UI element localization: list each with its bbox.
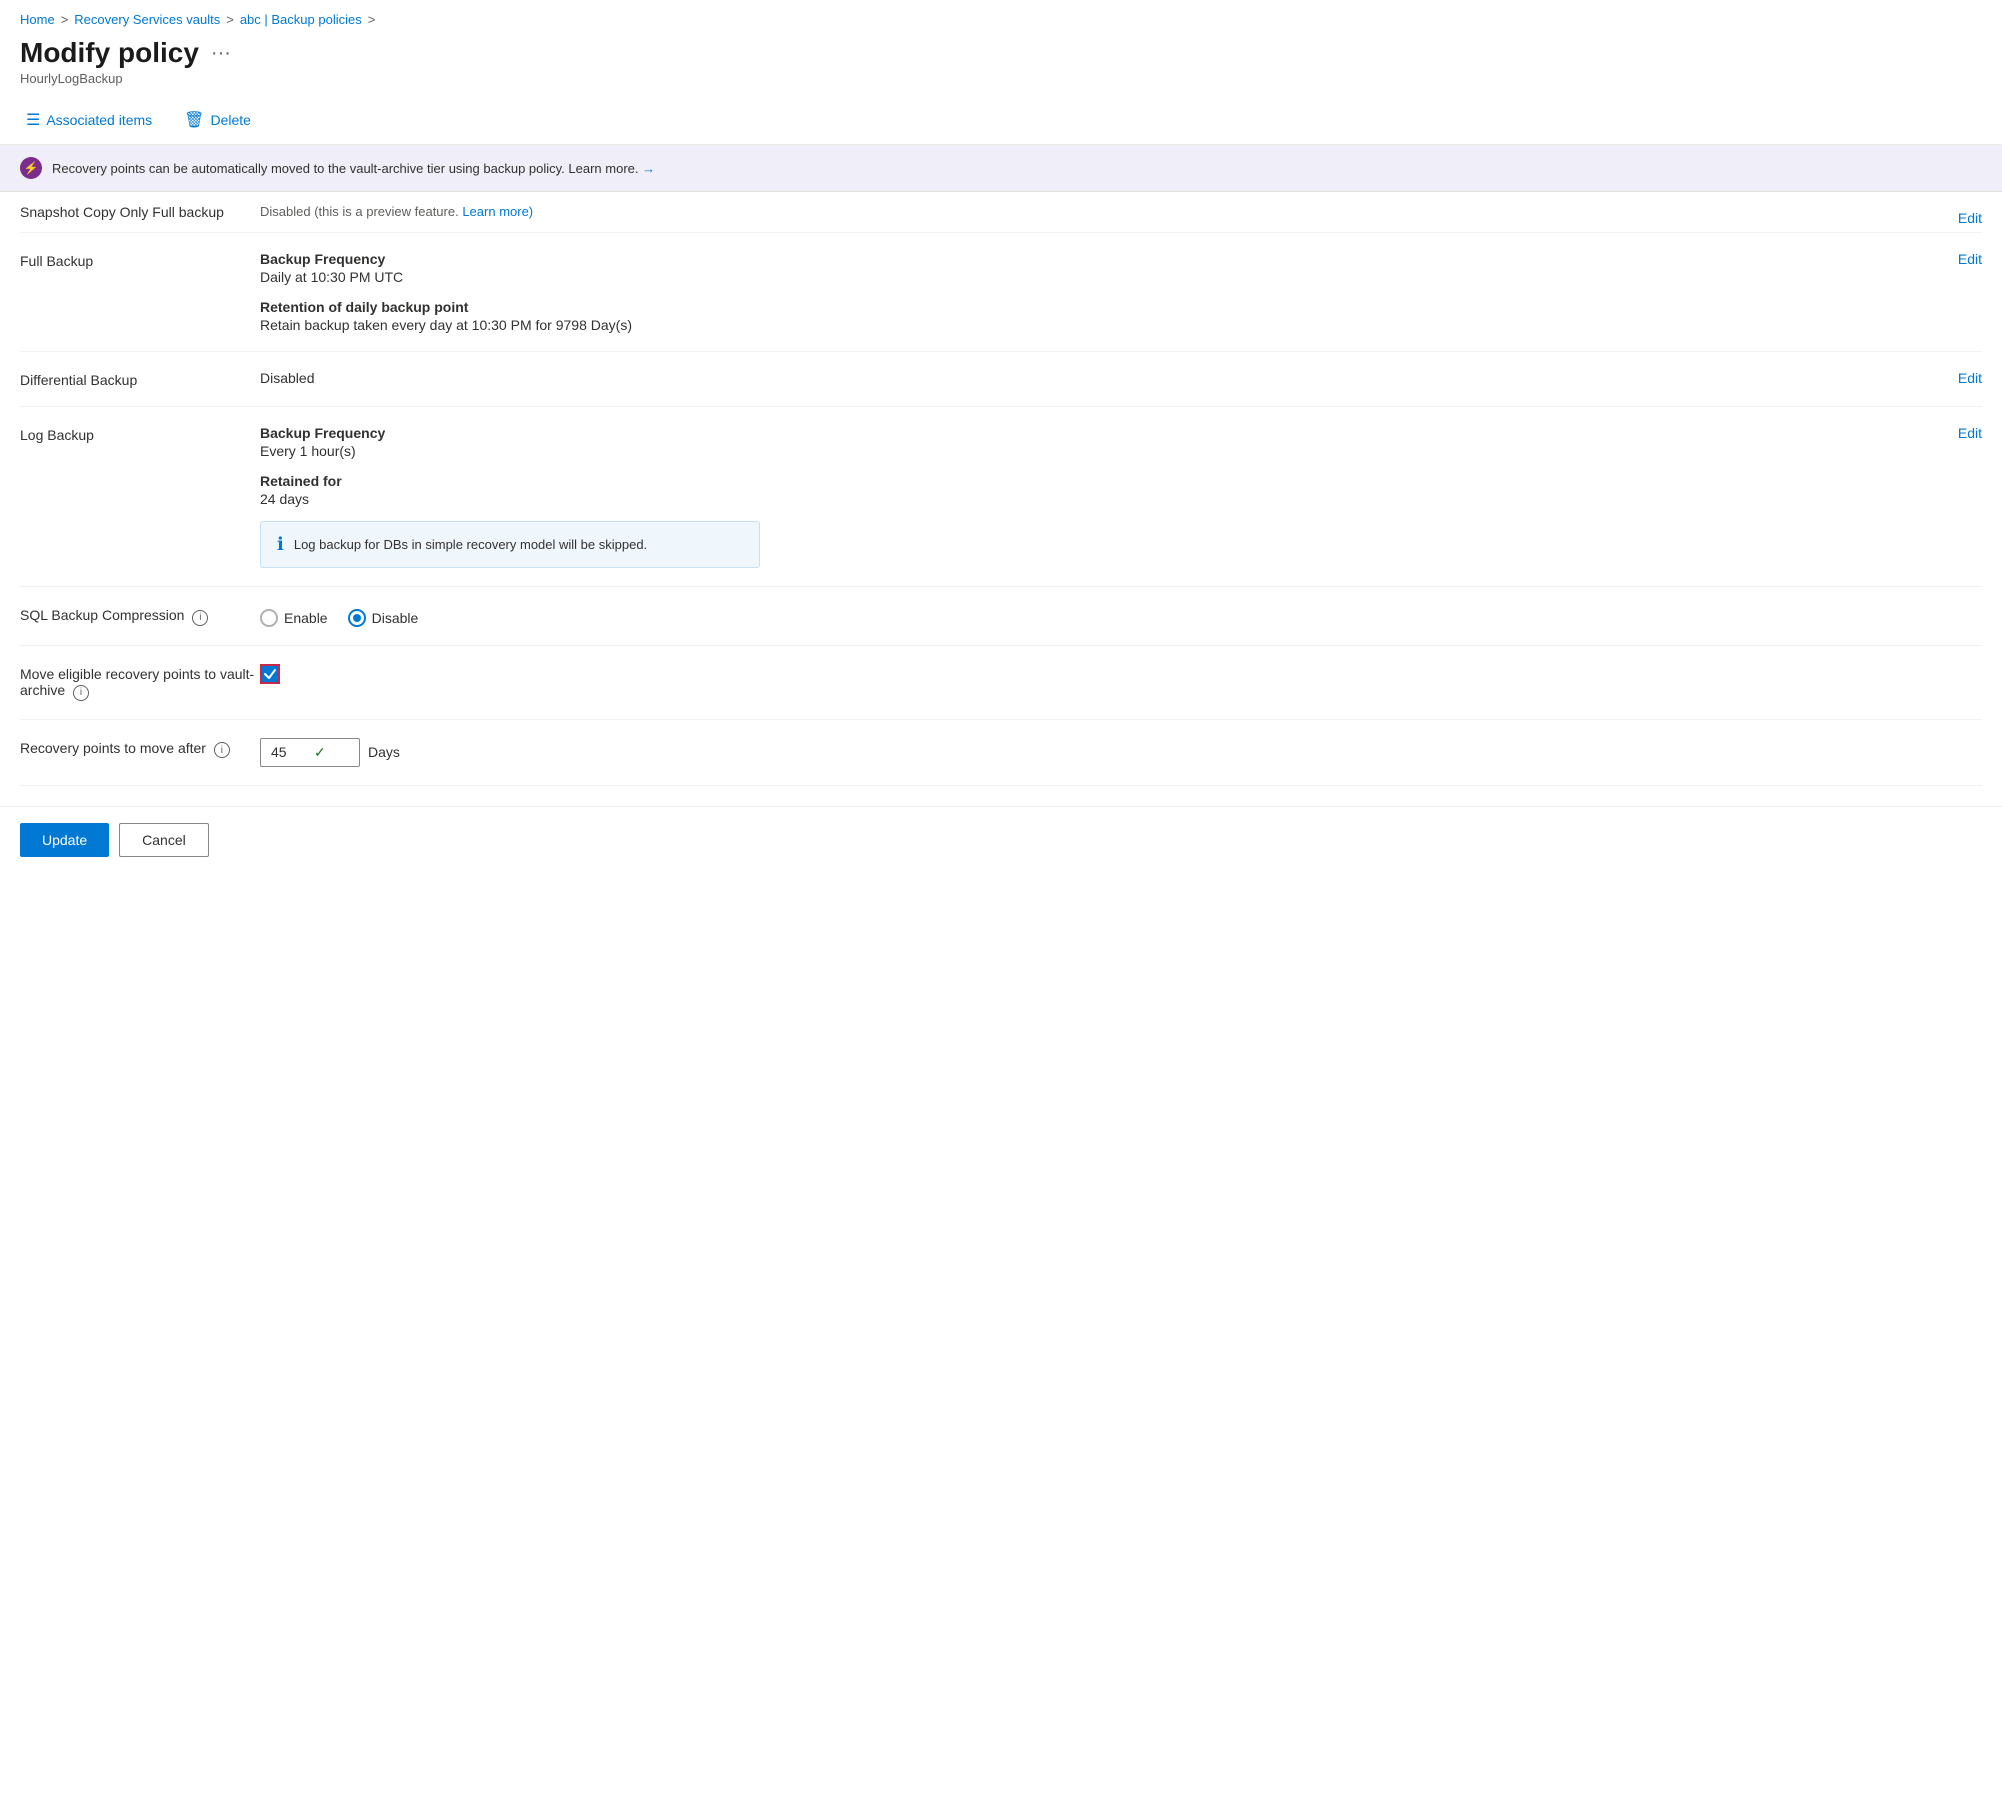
sql-compression-details: Enable Disable [260, 605, 1982, 627]
disable-radio-label: Disable [372, 610, 419, 626]
delete-icon: 🗑 [184, 110, 204, 130]
full-backup-retention-value: Retain backup taken every day at 10:30 P… [260, 317, 1982, 333]
compression-enable-option[interactable]: Enable [260, 609, 328, 627]
enable-radio[interactable] [260, 609, 278, 627]
full-backup-frequency: Backup Frequency Daily at 10:30 PM UTC [260, 251, 1982, 285]
differential-backup-label: Differential Backup [20, 370, 260, 388]
sql-compression-row: SQL Backup Compression i Enable Disable [20, 587, 1982, 646]
log-backup-frequency-title: Backup Frequency [260, 425, 1982, 441]
snapshot-label: Snapshot Copy Only Full backup [20, 204, 260, 220]
banner-icon: ⚡ [20, 157, 42, 179]
snapshot-row: Snapshot Copy Only Full backup Disabled … [20, 192, 1982, 233]
dropdown-checkmark-icon: ✓ [314, 744, 349, 761]
main-content: Snapshot Copy Only Full backup Disabled … [0, 192, 2002, 786]
compression-radio-group: Enable Disable [260, 609, 1982, 627]
differential-backup-details: Disabled [260, 370, 1982, 386]
log-backup-edit-link[interactable]: Edit [1958, 425, 1982, 441]
days-label: Days [368, 744, 400, 760]
log-backup-details: Backup Frequency Every 1 hour(s) Retaine… [260, 425, 1982, 568]
differential-backup-row: Differential Backup Disabled Edit [20, 352, 1982, 407]
full-backup-edit-link[interactable]: Edit [1958, 251, 1982, 267]
recovery-points-details: 45 ✓ Days [260, 738, 1982, 767]
log-backup-retained-title: Retained for [260, 473, 1982, 489]
sql-compression-info-icon: i [192, 610, 208, 626]
banner-text: Recovery points can be automatically mov… [52, 161, 655, 176]
breadcrumb-vault[interactable]: Recovery Services vaults [74, 12, 220, 27]
log-backup-label: Log Backup [20, 425, 260, 443]
snapshot-learn-more[interactable]: Learn more) [462, 204, 533, 219]
page-subtitle: HourlyLogBackup [20, 71, 1982, 86]
full-backup-label: Full Backup [20, 251, 260, 269]
page-title: Modify policy [20, 37, 199, 69]
snapshot-edit-link[interactable]: Edit [1958, 210, 1982, 226]
full-backup-retention-title: Retention of daily backup point [260, 299, 1982, 315]
delete-button[interactable]: 🗑 Delete [178, 106, 257, 134]
differential-backup-value: Disabled [260, 370, 1982, 386]
page-header: Modify policy ··· HourlyLogBackup [0, 33, 2002, 96]
full-backup-row: Full Backup Backup Frequency Daily at 10… [20, 233, 1982, 352]
log-backup-retained-value: 24 days [260, 491, 1982, 507]
vault-archive-checkbox-wrapper [260, 664, 280, 684]
recovery-points-value: 45 [271, 744, 306, 760]
full-backup-retention: Retention of daily backup point Retain b… [260, 299, 1982, 333]
recovery-points-dropdown-wrapper: 45 ✓ Days [260, 738, 1982, 767]
log-backup-frequency-value: Every 1 hour(s) [260, 443, 1982, 459]
footer-bar: Update Cancel [0, 806, 2002, 873]
breadcrumb-home[interactable]: Home [20, 12, 55, 27]
update-button[interactable]: Update [20, 823, 109, 857]
full-backup-details: Backup Frequency Daily at 10:30 PM UTC R… [260, 251, 1982, 333]
delete-label: Delete [210, 112, 250, 128]
info-circle-icon: ℹ [277, 534, 284, 555]
associated-items-button[interactable]: ☰ Associated items [20, 106, 158, 134]
vault-archive-details [260, 664, 1982, 684]
vault-archive-checkbox[interactable] [260, 664, 280, 684]
log-backup-retained: Retained for 24 days [260, 473, 1982, 507]
info-banner: ⚡ Recovery points can be automatically m… [0, 145, 2002, 192]
log-backup-info-box: ℹ Log backup for DBs in simple recovery … [260, 521, 760, 568]
more-options-button[interactable]: ··· [211, 42, 231, 65]
breadcrumb-policy[interactable]: abc | Backup policies [240, 12, 362, 27]
breadcrumb: Home > Recovery Services vaults > abc | … [0, 0, 2002, 33]
full-backup-frequency-value: Daily at 10:30 PM UTC [260, 269, 1982, 285]
snapshot-value: Disabled (this is a preview feature. Lea… [260, 204, 1982, 219]
vault-archive-label: Move eligible recovery points to vault-a… [20, 664, 260, 701]
full-backup-frequency-title: Backup Frequency [260, 251, 1982, 267]
differential-edit-link[interactable]: Edit [1958, 370, 1982, 386]
compression-disable-option[interactable]: Disable [348, 609, 419, 627]
associated-items-label: Associated items [46, 112, 152, 128]
enable-radio-label: Enable [284, 610, 328, 626]
vault-archive-info-icon: i [73, 685, 89, 701]
sql-compression-label: SQL Backup Compression i [20, 605, 260, 626]
toolbar: ☰ Associated items 🗑 Delete [0, 96, 2002, 145]
log-backup-frequency: Backup Frequency Every 1 hour(s) [260, 425, 1982, 459]
recovery-points-dropdown[interactable]: 45 ✓ [260, 738, 360, 767]
cancel-button[interactable]: Cancel [119, 823, 209, 857]
recovery-points-info-icon: i [214, 742, 230, 758]
log-backup-row: Log Backup Backup Frequency Every 1 hour… [20, 407, 1982, 587]
log-backup-info-text: Log backup for DBs in simple recovery mo… [294, 537, 647, 552]
banner-learn-more[interactable]: → [642, 161, 655, 176]
recovery-points-label: Recovery points to move after i [20, 738, 260, 759]
vault-archive-row: Move eligible recovery points to vault-a… [20, 646, 1982, 720]
recovery-points-row: Recovery points to move after i 45 ✓ Day… [20, 720, 1982, 786]
disable-radio[interactable] [348, 609, 366, 627]
list-icon: ☰ [26, 110, 40, 130]
